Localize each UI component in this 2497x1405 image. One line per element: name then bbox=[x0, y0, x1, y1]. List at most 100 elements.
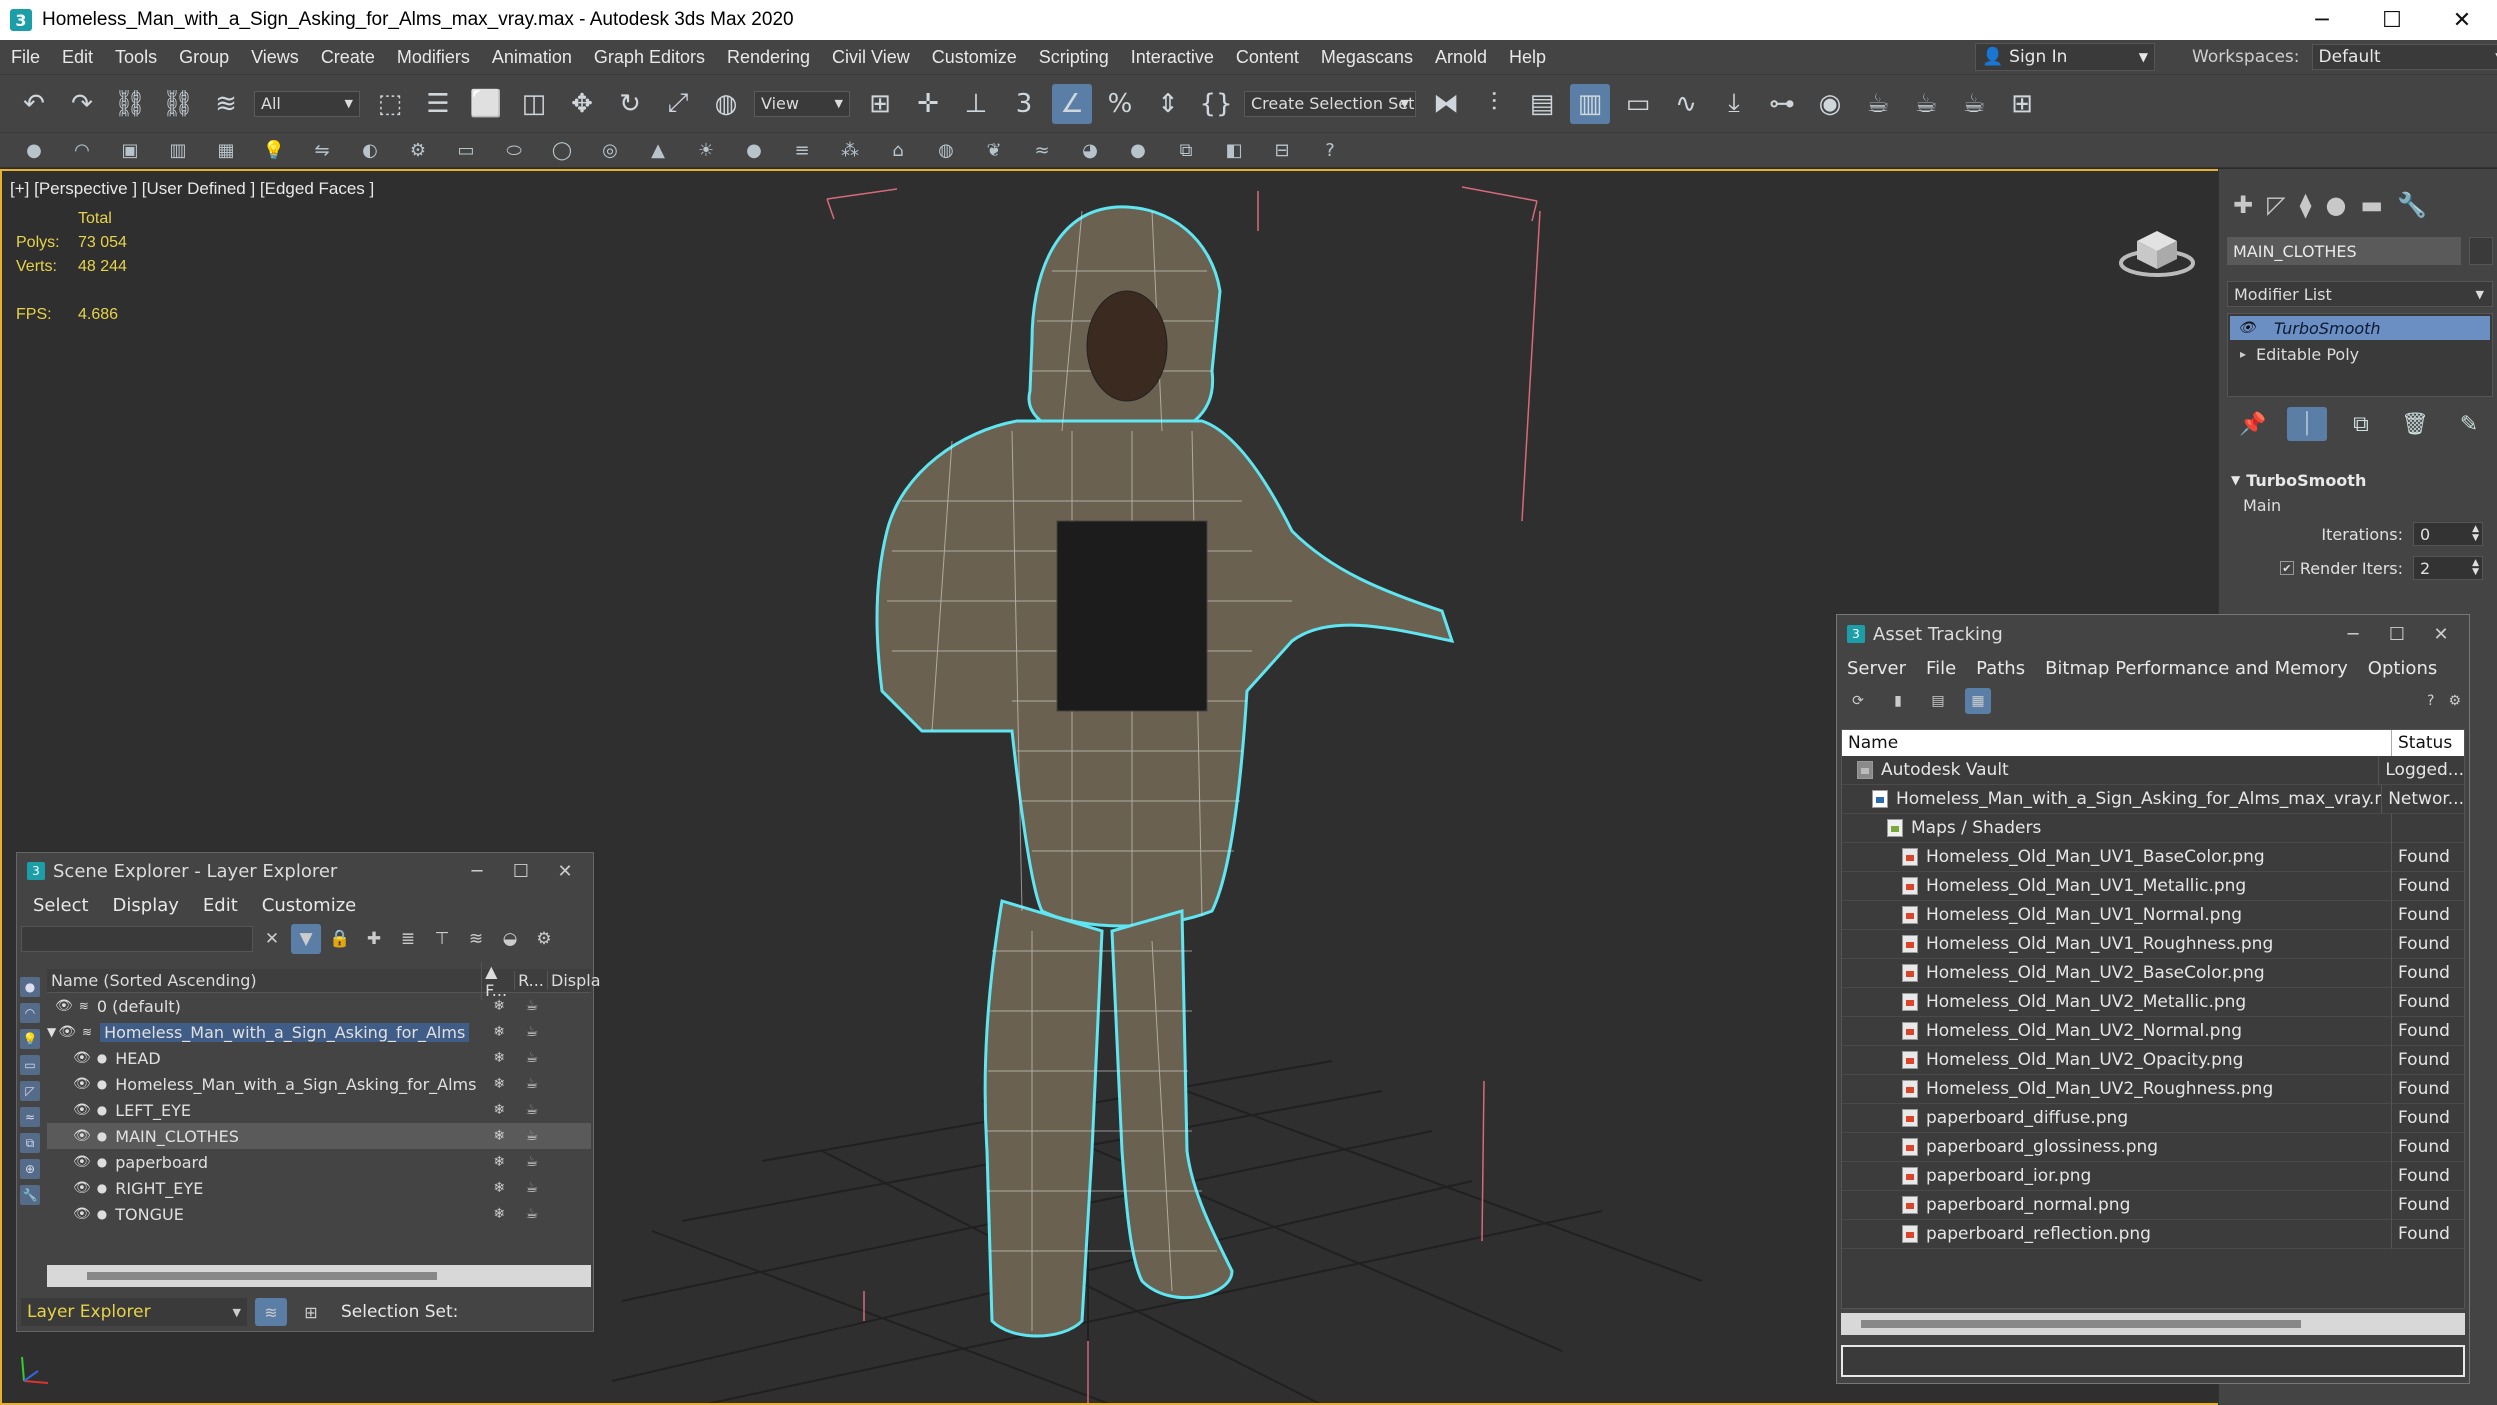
add-layer-icon[interactable]: ✚ bbox=[359, 924, 389, 954]
camera-icon[interactable]: ⇋ bbox=[308, 136, 336, 164]
fur-icon[interactable]: ≈ bbox=[1028, 136, 1056, 164]
ribbon-toggle-icon[interactable]: ▭ bbox=[1618, 84, 1658, 124]
edit-named-selection-icon[interactable]: {} bbox=[1196, 84, 1236, 124]
unlink-icon[interactable]: ⛓ bbox=[158, 84, 198, 124]
layer-row[interactable]: 👁 ● MAIN_CLOTHES ❄ ☕ bbox=[47, 1123, 591, 1149]
asset-row[interactable]: paperboard_normal.png Found bbox=[1842, 1190, 2464, 1220]
freeze-icon[interactable]: ❄ bbox=[483, 1180, 516, 1196]
helper-icon[interactable]: ◐ bbox=[356, 136, 384, 164]
configure-modifier-sets-icon[interactable]: ✎ bbox=[2449, 407, 2489, 441]
freeze-icon[interactable]: ❄ bbox=[483, 1154, 516, 1170]
clear-search-icon[interactable]: ✕ bbox=[257, 924, 287, 954]
render-icon[interactable]: ☕ bbox=[516, 1024, 549, 1040]
create-shape-icon[interactable]: ◠ bbox=[68, 136, 96, 164]
se-menu-select[interactable]: Select bbox=[33, 895, 89, 916]
hierarchy-tab-icon[interactable]: ⧫ bbox=[2300, 191, 2312, 223]
list-view-icon[interactable]: ▮ bbox=[1885, 688, 1911, 714]
display-spacewarps-icon[interactable]: ≈ bbox=[20, 1107, 40, 1127]
render-sphere-icon[interactable]: ● bbox=[1124, 136, 1152, 164]
layer-stack-icon[interactable]: ▦ bbox=[212, 136, 240, 164]
freeze-icon[interactable]: ❄ bbox=[483, 1076, 516, 1092]
layer-row[interactable]: 👁 ● paperboard ❄ ☕ bbox=[47, 1149, 591, 1175]
layer-explorer-toggle-icon[interactable]: ▥ bbox=[1570, 83, 1610, 124]
search-input[interactable] bbox=[21, 926, 253, 952]
render-icon[interactable]: ☕ bbox=[516, 1154, 549, 1170]
modifier-list-dropdown[interactable]: Modifier List ▼ bbox=[2227, 281, 2493, 307]
scrollbar-thumb[interactable] bbox=[87, 1272, 437, 1280]
table-view-icon[interactable]: ▦ bbox=[1965, 688, 1991, 714]
selection-set-icon[interactable]: ⊞ bbox=[295, 1298, 327, 1326]
lock-icon[interactable]: 🔒 bbox=[325, 924, 355, 954]
menu-arnold[interactable]: Arnold bbox=[1424, 47, 1498, 68]
scrollbar-thumb[interactable] bbox=[1861, 1320, 2301, 1328]
asset-row[interactable]: Homeless_Old_Man_UV1_Roughness.png Found bbox=[1842, 929, 2464, 959]
display-helpers-icon[interactable]: ◸ bbox=[20, 1081, 40, 1101]
window-crossing-icon[interactable]: ◫ bbox=[514, 84, 554, 124]
asset-tracking-titlebar[interactable]: 3 Asset Tracking ─ ☐ ✕ bbox=[1837, 615, 2469, 653]
scene-explorer-titlebar[interactable]: 3 Scene Explorer - Layer Explorer ─ ☐ ✕ bbox=[17, 853, 593, 889]
undo-icon[interactable]: ↶ bbox=[14, 84, 54, 124]
asset-row[interactable]: Homeless_Old_Man_UV2_Metallic.png Found bbox=[1842, 987, 2464, 1017]
eye-icon[interactable]: 👁 bbox=[58, 1024, 76, 1040]
select-manipulate-icon[interactable]: ✛ bbox=[908, 84, 948, 124]
asset-row[interactable]: paperboard_glossiness.png Found bbox=[1842, 1132, 2464, 1162]
path-input[interactable] bbox=[1841, 1345, 2465, 1377]
render-icon[interactable]: ☕ bbox=[516, 1076, 549, 1092]
settings-icon[interactable]: ⚙ bbox=[2448, 693, 2461, 709]
help-icon[interactable]: ? bbox=[1316, 136, 1344, 164]
menu-scripting[interactable]: Scripting bbox=[1028, 47, 1120, 68]
column-name[interactable]: Name (Sorted Ascending) bbox=[47, 971, 481, 990]
at-menu-paths[interactable]: Paths bbox=[1976, 658, 2025, 679]
display-cameras-icon[interactable]: ▭ bbox=[20, 1055, 40, 1075]
light-icon[interactable]: 💡 bbox=[260, 136, 288, 164]
refresh-icon[interactable]: ⟳ bbox=[1845, 688, 1871, 714]
column-name[interactable]: Name bbox=[1842, 730, 2392, 756]
layers-icon[interactable]: ≋ bbox=[461, 924, 491, 954]
options-icon[interactable]: ⚙ bbox=[529, 924, 559, 954]
curve-editor-icon[interactable]: ∿ bbox=[1666, 84, 1706, 124]
display-shapes-icon[interactable]: ◠ bbox=[20, 1003, 40, 1023]
select-move-icon[interactable]: ✥ bbox=[562, 84, 602, 124]
asset-row[interactable]: Homeless_Old_Man_UV2_Normal.png Found bbox=[1842, 1016, 2464, 1046]
spinner-arrows-icon[interactable]: ▲ ▼ bbox=[2472, 525, 2479, 543]
frame-buffer-icon[interactable]: ⧉ bbox=[1172, 136, 1200, 164]
spinner-arrows-icon[interactable]: ▲ ▼ bbox=[2472, 559, 2479, 577]
iterations-spinner[interactable]: 0 ▲ ▼ bbox=[2413, 522, 2483, 546]
eye-icon[interactable]: 👁 bbox=[2238, 320, 2256, 336]
percent-snap-icon[interactable]: % bbox=[1100, 84, 1140, 124]
asset-row[interactable]: Homeless_Old_Man_UV1_Normal.png Found bbox=[1842, 900, 2464, 930]
keyboard-shortcut-override-icon[interactable]: ⊥ bbox=[956, 84, 996, 124]
minimize-button[interactable]: ─ bbox=[455, 853, 499, 889]
modifier-turbosmooth[interactable]: 👁 TurboSmooth bbox=[2230, 316, 2490, 340]
close-button[interactable]: ✕ bbox=[2427, 0, 2497, 40]
eye-icon[interactable]: 👁 bbox=[73, 1102, 91, 1118]
layer-row[interactable]: 👁 ≋ 0 (default) ❄ ☕ bbox=[47, 993, 591, 1019]
asset-row[interactable]: Maps / Shaders bbox=[1842, 813, 2464, 843]
cone-primitive-icon[interactable]: ▲ bbox=[644, 136, 672, 164]
render-icon[interactable]: ☕ bbox=[516, 1102, 549, 1118]
layer-row[interactable]: 👁 ● RIGHT_EYE ❄ ☕ bbox=[47, 1175, 591, 1201]
column-render[interactable]: R... bbox=[514, 971, 547, 990]
utilities-tab-icon[interactable]: 🔧 bbox=[2397, 191, 2427, 223]
bind-space-warp-icon[interactable]: ≋ bbox=[206, 84, 246, 124]
menu-civil-view[interactable]: Civil View bbox=[821, 47, 921, 68]
eye-icon[interactable]: 👁 bbox=[73, 1154, 91, 1170]
expand-arrow-icon[interactable]: ▼ bbox=[47, 1025, 56, 1039]
eye-icon[interactable]: 👁 bbox=[73, 1128, 91, 1144]
menu-rendering[interactable]: Rendering bbox=[716, 47, 821, 68]
angle-snap-icon[interactable]: ∠ bbox=[1052, 83, 1092, 124]
mesh-icon[interactable]: ⌂ bbox=[884, 136, 912, 164]
chevron-right-icon[interactable]: ▸ bbox=[2240, 347, 2246, 361]
torus-primitive-icon[interactable]: ◎ bbox=[596, 136, 624, 164]
display-tab-icon[interactable]: ▬ bbox=[2360, 191, 2383, 223]
material-library-icon[interactable]: ▣ bbox=[116, 136, 144, 164]
show-end-result-icon[interactable]: ⏐ bbox=[2287, 407, 2327, 441]
modify-tab-icon[interactable]: ◸ bbox=[2267, 191, 2285, 223]
se-menu-display[interactable]: Display bbox=[113, 895, 179, 916]
render-in-cloud-icon[interactable]: ⊞ bbox=[2002, 84, 2042, 124]
menu-interactive[interactable]: Interactive bbox=[1120, 47, 1225, 68]
select-by-name-icon[interactable]: ☰ bbox=[418, 84, 458, 124]
freeze-icon[interactable]: ❄ bbox=[483, 1206, 516, 1222]
close-button[interactable]: ✕ bbox=[543, 853, 587, 889]
select-object-icon[interactable]: ⬚ bbox=[370, 84, 410, 124]
